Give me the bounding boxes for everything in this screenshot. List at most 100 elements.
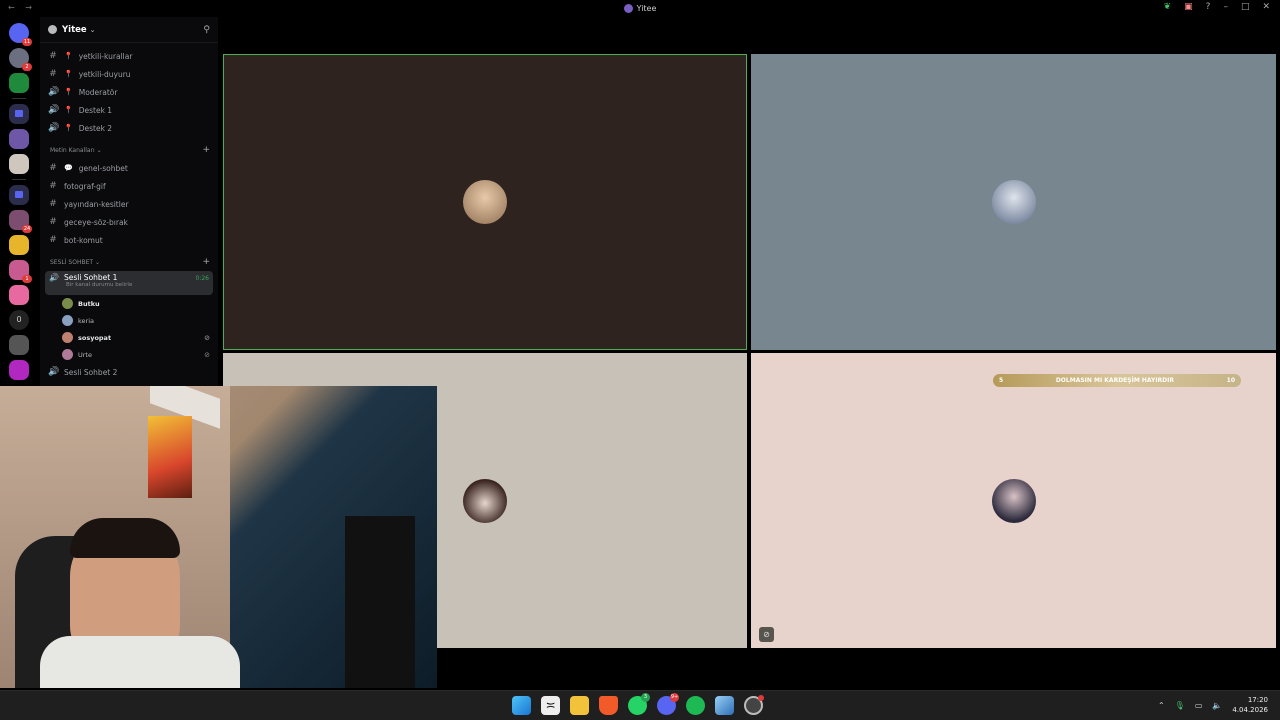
capcut-icon[interactable]: ≍: [541, 696, 560, 715]
server-name: Yitee: [62, 24, 87, 35]
minimize-button[interactable]: –: [1223, 2, 1228, 12]
server-icon[interactable]: [9, 335, 29, 355]
channel-name: Moderatör: [78, 87, 118, 97]
category-label: Metin Kanalları ⌄: [50, 146, 102, 154]
video-tile[interactable]: 5 DOLMASIN MI KARDEŞİM HAYIRDIR 10 ⊘: [751, 353, 1276, 648]
channel-moderator[interactable]: 🔊 📍 Moderatör: [40, 83, 218, 101]
add-member-icon[interactable]: ⚲: [203, 25, 210, 35]
whatsapp-badge: 3: [641, 693, 650, 702]
server-icon[interactable]: [9, 154, 29, 174]
wall-painting: [148, 416, 192, 498]
voice-channel-row: 🔊 Sesli Sohbet 1: [49, 273, 209, 282]
server-icon[interactable]: 24: [9, 210, 32, 233]
channel-yetkili-duyuru[interactable]: # 📍 yetkili-duyuru: [40, 65, 218, 83]
channel-name: Destek 1: [78, 105, 113, 115]
obs-icon[interactable]: [744, 695, 764, 715]
discord-home-icon[interactable]: 11: [9, 23, 32, 46]
taskbar-apps: ≍ 3 9+: [512, 693, 764, 715]
server-logo-icon: [623, 4, 633, 13]
channel-destek-1[interactable]: 🔊 📍 Destek 1: [40, 101, 218, 119]
chevron-down-icon: ⌄: [89, 25, 96, 34]
display-icon[interactable]: ▭: [1195, 701, 1203, 710]
microphone-icon[interactable]: 🎙: [1175, 701, 1185, 710]
participant-avatar: [991, 180, 1036, 224]
voice-user[interactable]: sosyopat ⊘: [40, 329, 218, 346]
spotify-icon[interactable]: [686, 696, 705, 715]
file-explorer-icon[interactable]: [570, 696, 589, 715]
pin-icon: 📍: [64, 106, 73, 114]
activity-banner: 5 DOLMASIN MI KARDEŞİM HAYIRDIR 10: [993, 374, 1241, 387]
server-icon[interactable]: 1: [9, 260, 32, 283]
brave-browser-icon[interactable]: [599, 696, 618, 715]
add-channel-icon[interactable]: +: [202, 145, 210, 155]
participant-avatar: [463, 180, 507, 224]
chevron-up-icon[interactable]: ⌃: [1158, 701, 1165, 710]
category-text-channels[interactable]: Metin Kanalları ⌄ +: [40, 141, 218, 159]
category-label: SESLİ SOHBET ⌄: [50, 258, 100, 266]
avatar: [62, 349, 73, 360]
voice-channel-name: Sesli Sohbet 1: [63, 273, 118, 282]
server-folder-icon[interactable]: [9, 185, 29, 205]
server-icon[interactable]: [9, 285, 29, 305]
mic-muted-icon[interactable]: ⊘: [759, 627, 774, 642]
channel-geceye-soz-birak[interactable]: # geceye-söz-bırak: [40, 213, 218, 231]
participant-avatar: [991, 478, 1036, 523]
server-icon[interactable]: 0: [9, 310, 29, 330]
banner-text: DOLMASIN MI KARDEŞİM HAYIRDIR: [1055, 377, 1175, 384]
video-tile[interactable]: [751, 54, 1276, 350]
voice-timer: 0:26: [195, 275, 209, 282]
server-icon[interactable]: [9, 235, 29, 255]
windows-start-icon[interactable]: [512, 696, 531, 715]
whatsapp-icon[interactable]: 3: [628, 693, 650, 715]
add-channel-icon[interactable]: +: [202, 257, 210, 267]
nav-arrows[interactable]: ← →: [8, 3, 36, 12]
server-icon[interactable]: 2: [9, 48, 32, 71]
server-folder-icon[interactable]: [9, 104, 29, 124]
maximize-button[interactable]: □: [1241, 2, 1250, 12]
hash-icon: #: [49, 235, 57, 245]
help-icon[interactable]: ?: [1206, 2, 1211, 12]
pin-icon: 📍: [64, 88, 73, 96]
channel-fotograf-gif[interactable]: # fotograf-gif: [40, 177, 218, 195]
title-bar-controls: ❦ ▣ ? – □ ✕: [1164, 2, 1270, 12]
discord-icon[interactable]: 9+: [657, 693, 679, 715]
voice-channel-name: Sesli Sohbet 2: [64, 367, 118, 377]
voice-user[interactable]: keria: [40, 312, 218, 329]
voice-user[interactable]: Urte ⊘: [40, 346, 218, 363]
voice-user[interactable]: Butku: [40, 295, 218, 312]
voice-user-name: sosyopat: [78, 333, 112, 342]
pin-icon: 📍: [64, 124, 73, 132]
participant-avatar: [463, 478, 507, 523]
close-button[interactable]: ✕: [1262, 2, 1270, 12]
speaker-icon: 🔊: [48, 123, 60, 133]
channel-yayindan-kesitler[interactable]: # yayından-kesitler: [40, 195, 218, 213]
app-icon[interactable]: [715, 696, 734, 715]
server-icon[interactable]: [9, 129, 29, 149]
server-icon[interactable]: [9, 73, 29, 93]
server-icon[interactable]: [9, 360, 29, 380]
voice-user-name: Butku: [78, 299, 100, 308]
discord-badge: 9+: [670, 693, 679, 702]
home-badge: 11: [22, 38, 32, 46]
channel-name: genel-sohbet: [78, 163, 128, 173]
volume-icon[interactable]: 🔈: [1212, 701, 1222, 710]
channel-status[interactable]: Bir kanal durumu belirle: [66, 282, 209, 288]
category-voice-channels[interactable]: SESLİ SOHBET ⌄ +: [40, 253, 218, 271]
webcam-overlay: [0, 386, 437, 688]
voice-channel-sesli-sohbet-2[interactable]: 🔊 Sesli Sohbet 2: [40, 363, 218, 381]
inbox-icon[interactable]: ▣: [1184, 2, 1193, 12]
video-tile[interactable]: [223, 54, 747, 350]
channel-bot-komut[interactable]: # bot-komut: [40, 231, 218, 249]
server-header[interactable]: Yitee ⌄ ⚲: [40, 17, 218, 43]
clock[interactable]: 17:20 4.04.2026: [1232, 695, 1268, 715]
monitor: [345, 516, 415, 688]
channel-destek-2[interactable]: 🔊 📍 Destek 2: [40, 119, 218, 137]
channel-name: yetkili-kurallar: [78, 51, 133, 61]
voice-channel-active[interactable]: 🔊 Sesli Sohbet 1 Bir kanal durumu belirl…: [45, 271, 213, 295]
channel-yetkili-kurallar[interactable]: # 📍 yetkili-kurallar: [40, 47, 218, 65]
hash-icon: #: [49, 199, 57, 209]
channel-genel-sohbet[interactable]: # 💬 genel-sohbet: [40, 159, 218, 177]
server-badge-icon: [48, 25, 57, 34]
channel-name: yetkili-duyuru: [78, 69, 131, 79]
leaf-icon[interactable]: ❦: [1164, 2, 1172, 12]
